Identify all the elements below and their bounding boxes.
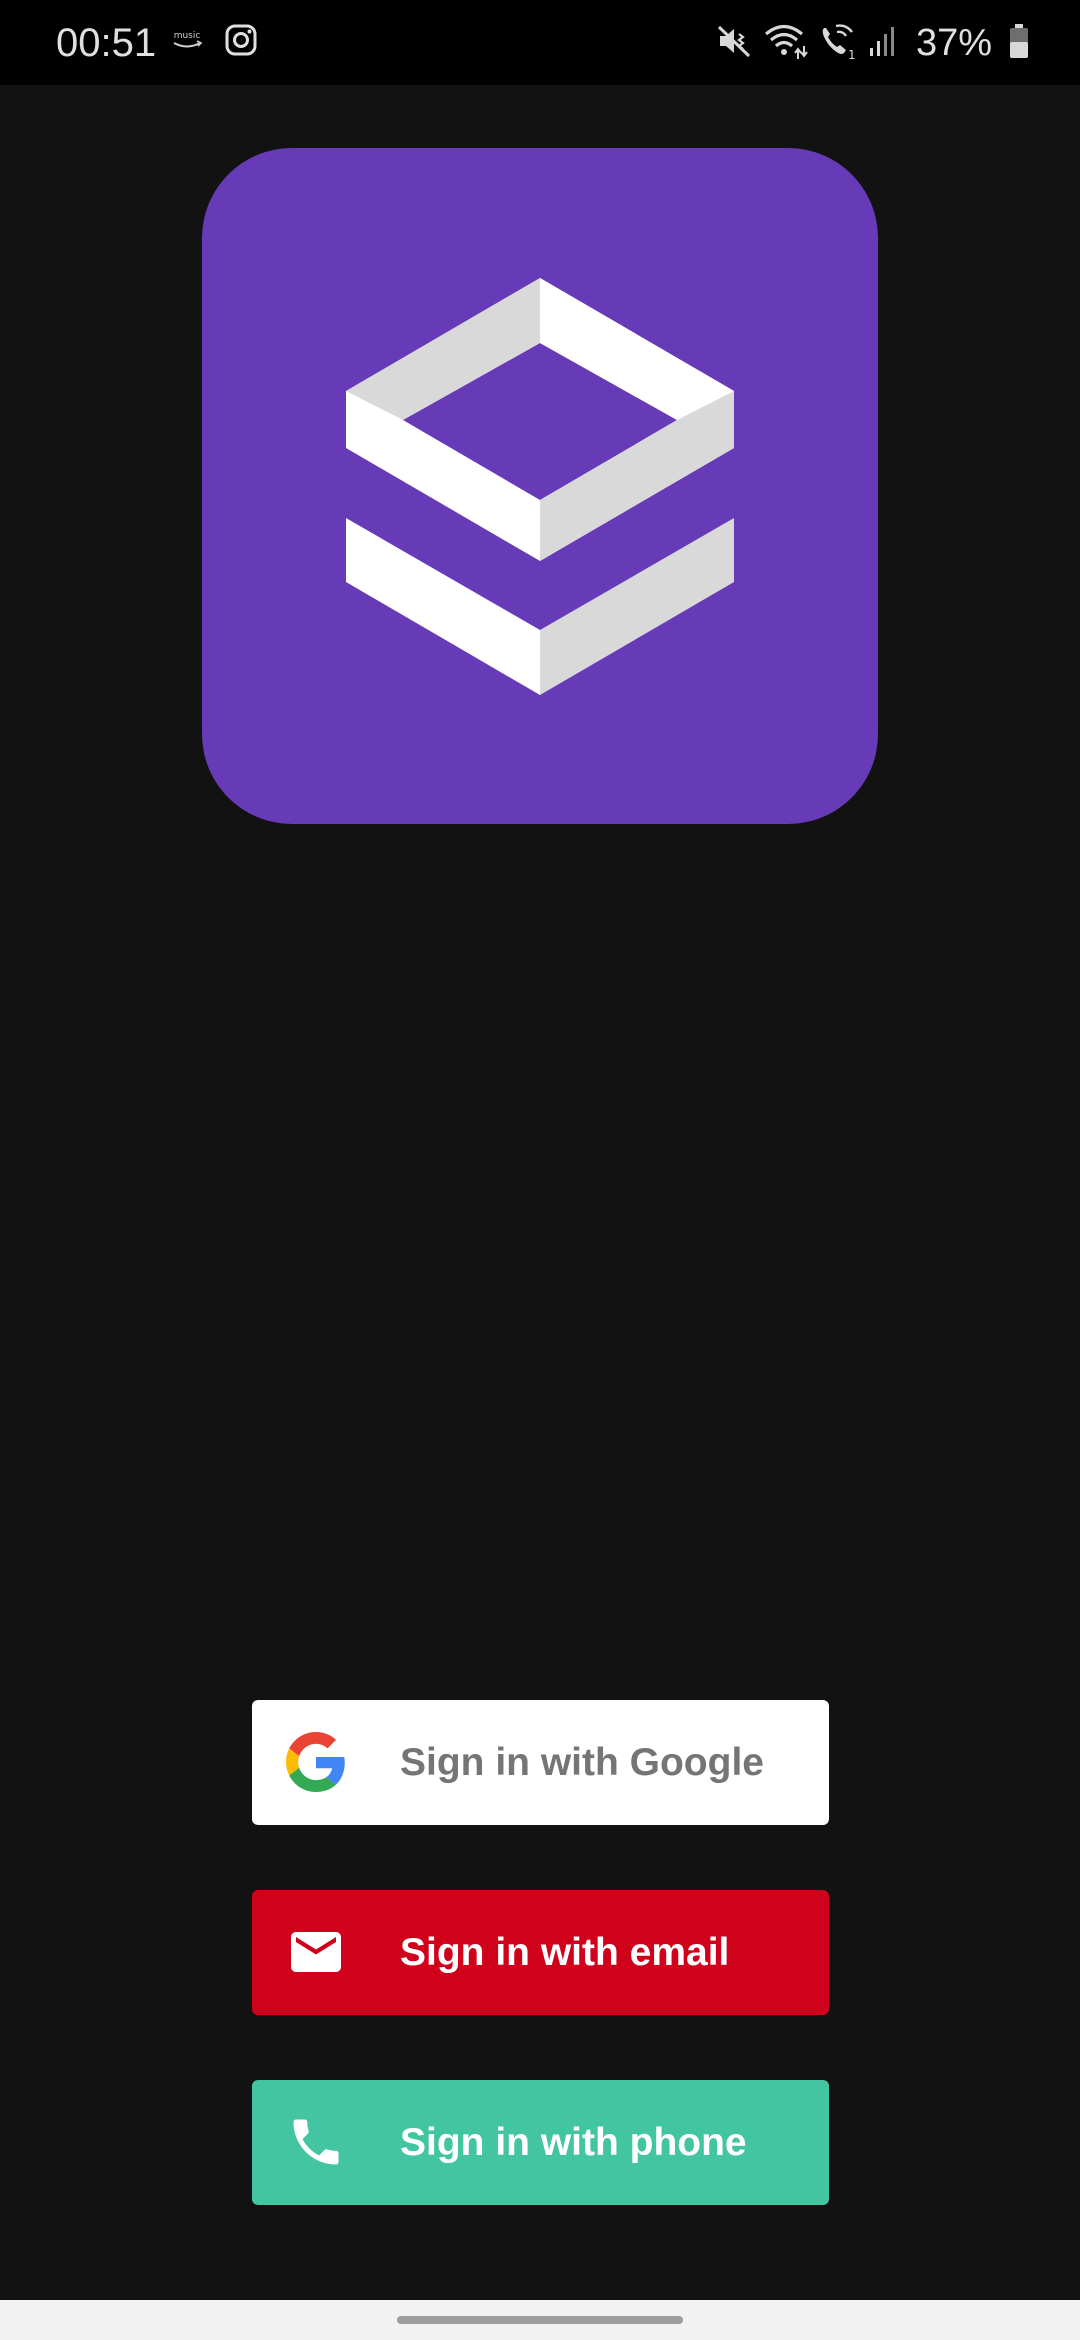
- battery-icon: [1008, 23, 1030, 64]
- sign-in-google-label: Sign in with Google: [400, 1741, 764, 1784]
- phone-icon: [286, 2112, 346, 2172]
- home-indicator[interactable]: [397, 2316, 683, 2324]
- battery-percent: 37%: [915, 21, 992, 64]
- sign-in-phone-label: Sign in with phone: [400, 2121, 747, 2164]
- mail-icon: [286, 1922, 346, 1982]
- sign-in-screen: 00:51 music 1 37% Sign in with Google Si…: [0, 0, 1080, 2340]
- sign-in-email-button[interactable]: Sign in with email: [252, 1890, 829, 2015]
- system-status-icons: 1 37%: [716, 18, 1030, 68]
- gesture-nav-bar: [0, 2300, 1080, 2340]
- svg-text:1: 1: [848, 48, 856, 60]
- sign-in-phone-button[interactable]: Sign in with phone: [252, 2080, 829, 2205]
- instagram-icon: [224, 23, 258, 62]
- status-time: 00:51: [56, 21, 157, 65]
- wifi-calling-icon: 1: [818, 22, 858, 65]
- stacked-layers-logo: [346, 278, 734, 695]
- status-bar: 00:51 music 1 37%: [0, 0, 1080, 85]
- google-g-icon: [286, 1732, 346, 1792]
- signal-icon: [868, 24, 896, 63]
- wifi-icon: [764, 22, 808, 65]
- app-logo: [202, 148, 878, 824]
- mute-vibrate-icon: [716, 22, 754, 65]
- svg-text:music: music: [174, 31, 201, 41]
- notification-icons: music: [170, 22, 258, 62]
- amazon-music-icon: music: [170, 28, 204, 57]
- sign-in-email-label: Sign in with email: [400, 1931, 730, 1974]
- sign-in-google-button[interactable]: Sign in with Google: [252, 1700, 829, 1825]
